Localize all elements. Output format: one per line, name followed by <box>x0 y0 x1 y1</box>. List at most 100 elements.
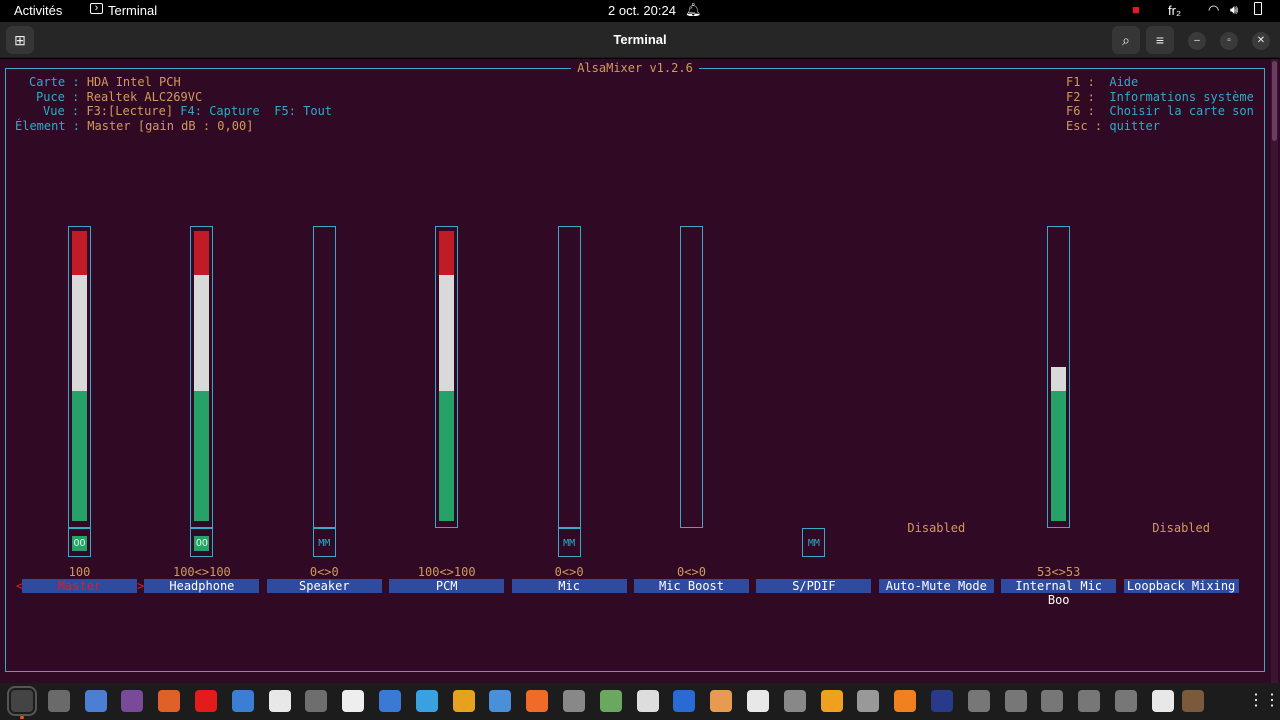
mixer-icon[interactable] <box>931 690 953 712</box>
mute-state: OO <box>194 536 210 551</box>
running-indicator <box>20 716 24 719</box>
volume-icon[interactable]: 🔊︎ <box>1230 2 1238 18</box>
notification-bell-icon: 🔔︎ <box>685 2 702 17</box>
logo-icon[interactable] <box>1182 690 1204 712</box>
channel-internal-mic-boo[interactable]: Internal Mic Boo <box>1001 579 1117 607</box>
presentation-icon[interactable] <box>158 690 181 712</box>
screen-record-icon[interactable]: ■ <box>1132 2 1140 17</box>
mic-mute-toggle[interactable]: MM <box>557 528 581 557</box>
meter-white-segment <box>72 275 87 392</box>
channel-s-pdif[interactable]: S/PDIF <box>756 579 872 593</box>
drive-4-icon[interactable] <box>1078 690 1101 712</box>
terminal-headerbar: ⊞ Terminal ⌕ ≡ – ▫ ✕ <box>0 22 1280 58</box>
document-icon[interactable] <box>231 690 254 712</box>
window-title: Terminal <box>613 32 667 47</box>
master-volume-meter[interactable] <box>68 226 91 528</box>
dock: ⋮⋮ <box>0 683 1280 720</box>
internal-mic-boo-volume-value: 53<>53 <box>1037 565 1081 579</box>
pcm-volume-value: 100<>100 <box>417 565 476 579</box>
brave-icon[interactable] <box>526 690 549 712</box>
s-pdif-mute-toggle[interactable]: MM <box>802 528 826 557</box>
files-icon[interactable] <box>47 690 70 712</box>
alsamixer-title: AlsaMixer v1.2.6 <box>0 61 1270 75</box>
video-editor-icon[interactable] <box>121 690 144 712</box>
channel-auto-mute-mode[interactable]: Auto-Mute Mode <box>878 579 994 593</box>
meter-green-segment <box>194 391 210 521</box>
drive-1-icon[interactable] <box>967 690 990 712</box>
app-grid-icon[interactable]: ⋮⋮ <box>1248 690 1280 712</box>
chrome-icon[interactable] <box>452 690 475 712</box>
usb-drive-icon[interactable] <box>783 690 806 712</box>
vlc-alt-icon[interactable] <box>820 690 843 712</box>
camera-icon[interactable] <box>857 690 880 712</box>
channel-speaker[interactable]: Speaker <box>266 579 382 593</box>
x-icon[interactable] <box>747 690 769 712</box>
top-bar: Activités › Terminal 2 oct. 20:24 🔔︎ ■ f… <box>0 0 1280 22</box>
headphone-volume-value: 100<>100 <box>172 565 231 579</box>
channel-headphone[interactable]: Headphone <box>144 579 260 593</box>
trash-icon[interactable] <box>1151 690 1174 712</box>
channel-master[interactable]: Master <box>22 579 137 593</box>
archive-icon[interactable] <box>710 690 733 712</box>
chromium-icon[interactable] <box>489 690 512 712</box>
meter-green-segment <box>439 391 455 521</box>
scrollbar-thumb[interactable] <box>1272 61 1277 141</box>
vlc-icon[interactable] <box>894 690 917 712</box>
terminal-scrollbar[interactable] <box>1271 59 1278 683</box>
drive-2-icon[interactable] <box>1004 690 1027 712</box>
disks-icon[interactable] <box>599 690 622 712</box>
help-f2: F2 : Informations système <box>1066 90 1254 104</box>
mail-icon[interactable] <box>636 690 659 712</box>
drive-5-icon[interactable] <box>1115 690 1137 712</box>
channel-mic-boost[interactable]: Mic Boost <box>634 579 749 593</box>
drive-3-icon[interactable] <box>1041 690 1064 712</box>
loopback-mixing-status: Disabled <box>1152 521 1210 535</box>
pdf-icon[interactable] <box>268 690 291 712</box>
help-f1: F1 : Aide <box>1066 75 1139 89</box>
battery-icon[interactable] <box>1254 2 1262 15</box>
settings-icon[interactable] <box>379 690 401 712</box>
close-button[interactable]: ✕ <box>1252 32 1270 50</box>
selection-arrow-right: > <box>137 579 145 593</box>
element-info: Élement : Master [gain dB : 0,00] <box>15 119 254 133</box>
pcm-volume-meter[interactable] <box>435 226 459 528</box>
speaker-volume-value: 0<>0 <box>309 565 339 579</box>
help-icon[interactable] <box>415 690 438 712</box>
channel-loopback-mixing[interactable]: Loopback Mixing <box>1123 579 1239 593</box>
terminal-body[interactable]: AlsaMixer v1.2.6 Carte : HDA Intel PCH P… <box>0 59 1280 683</box>
mic-boost-volume-meter[interactable] <box>680 226 703 528</box>
meter-white-segment <box>194 275 210 392</box>
mute-state: OO <box>72 536 87 551</box>
master-mute-toggle[interactable]: OO <box>68 528 91 557</box>
screenshot-icon[interactable] <box>84 690 107 712</box>
speaker-volume-meter[interactable] <box>312 226 336 528</box>
maximize-button[interactable]: ▫ <box>1220 32 1238 50</box>
usb-icon[interactable] <box>563 690 585 712</box>
internal-mic-boo-volume-meter[interactable] <box>1047 226 1071 528</box>
search-icon[interactable]: ⌕ <box>1112 26 1140 54</box>
terminal-icon[interactable] <box>7 686 37 716</box>
channel-mic[interactable]: Mic <box>511 579 627 593</box>
speaker-mute-toggle[interactable]: MM <box>312 528 336 557</box>
mute-state: MM <box>563 538 576 549</box>
clock[interactable]: 2 oct. 20:24 <box>608 3 676 18</box>
youtube-icon[interactable] <box>195 690 217 712</box>
terminal-web-icon[interactable] <box>342 690 365 712</box>
help-esc: Esc : quitter <box>1066 119 1160 133</box>
chip-info: Puce : Realtek ALC269VC <box>36 90 203 104</box>
software-updater-icon[interactable] <box>305 690 328 712</box>
text-editor-icon[interactable] <box>673 690 696 712</box>
wifi-icon[interactable]: ◠ <box>1208 2 1219 18</box>
headphone-volume-meter[interactable] <box>190 226 214 528</box>
channel-pcm[interactable]: PCM <box>389 579 505 593</box>
mic-volume-meter[interactable] <box>557 226 581 528</box>
minimize-button[interactable]: – <box>1188 32 1206 50</box>
app-menu[interactable]: Terminal <box>108 3 157 18</box>
mic-boost-volume-value: 0<>0 <box>677 565 706 579</box>
keyboard-layout[interactable]: fr₂ <box>1168 3 1181 18</box>
activities-button[interactable]: Activités <box>14 3 62 18</box>
meter-green-segment <box>1051 391 1067 521</box>
hamburger-menu-icon[interactable]: ≡ <box>1146 26 1174 54</box>
mute-state: MM <box>318 538 331 549</box>
headphone-mute-toggle[interactable]: OO <box>190 528 214 557</box>
